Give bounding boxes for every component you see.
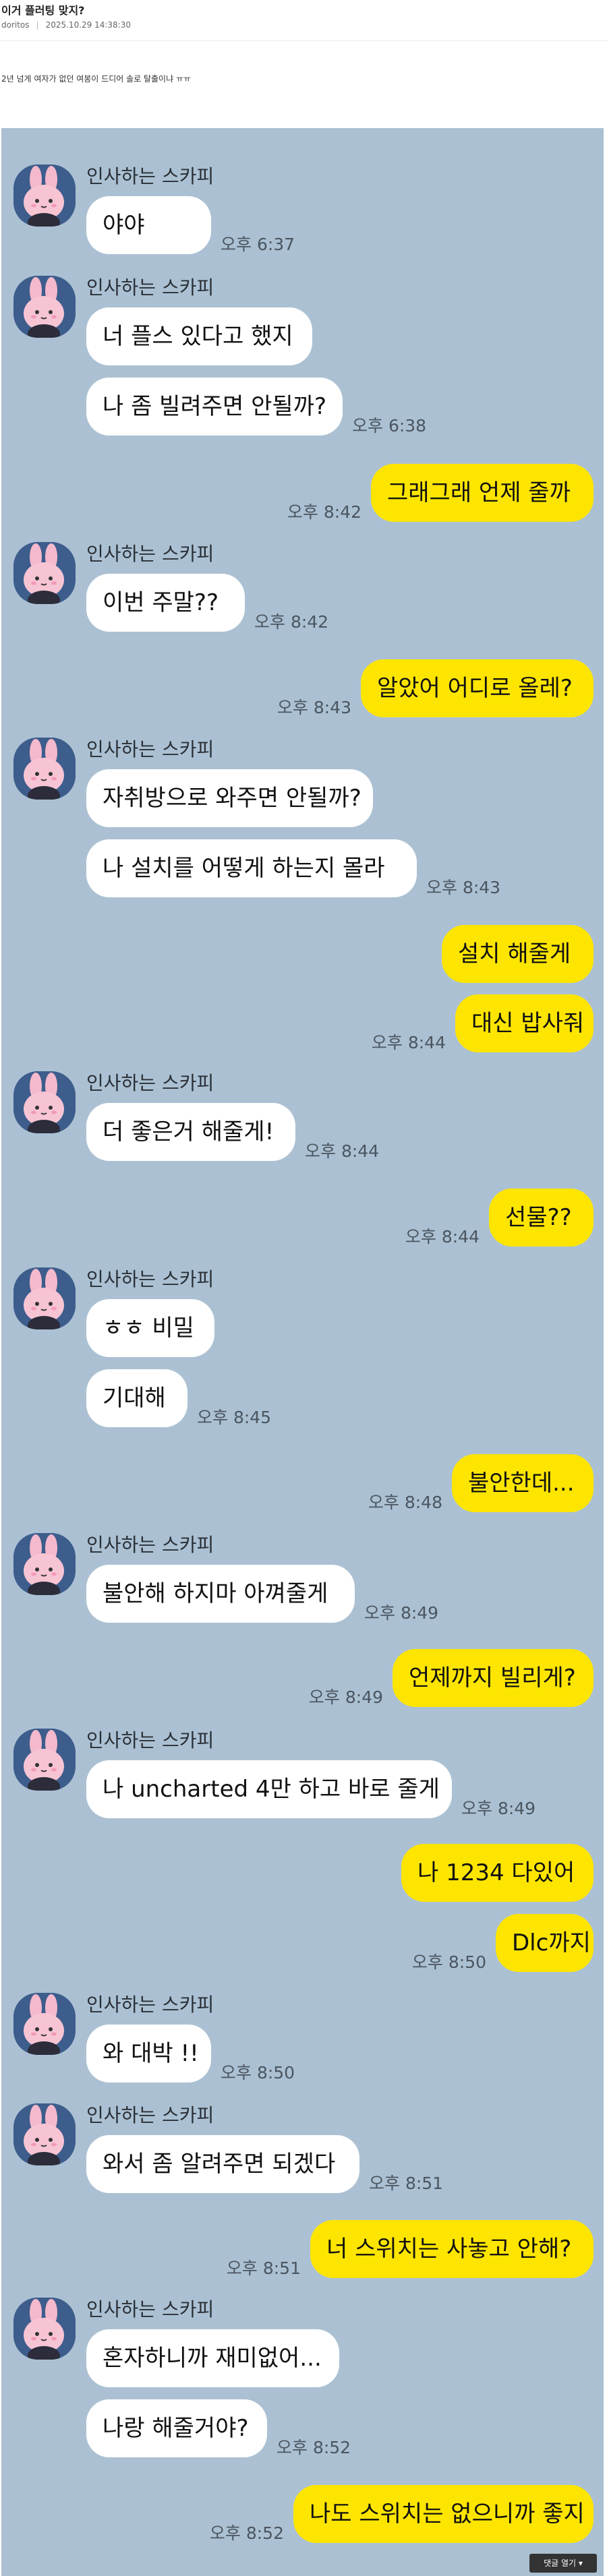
message-time: 오후 8:52 [209, 2523, 284, 2543]
incoming-message-bubble[interactable]: 와 대박 !! [86, 2025, 211, 2083]
avatar[interactable] [13, 1729, 76, 1791]
sender-name: 인사하는 스카피 [86, 165, 214, 187]
message-time: 오후 8:50 [221, 2063, 295, 2083]
incoming-message-bubble[interactable]: 나 설치를 어떻게 하는지 몰라 [86, 839, 417, 897]
message-time: 오후 8:49 [308, 1687, 383, 1707]
message-time: 오후 8:48 [368, 1493, 442, 1512]
message-time: 오후 8:44 [371, 1033, 446, 1052]
message-time: 오후 8:42 [254, 612, 329, 632]
avatar[interactable] [13, 276, 76, 338]
incoming-message-bubble[interactable]: 더 좋은거 해줄게! [86, 1103, 295, 1161]
message-time: 오후 6:37 [221, 235, 295, 254]
outgoing-message-bubble[interactable]: Dlc까지 [496, 1914, 594, 1972]
message-time: 오후 8:43 [426, 878, 501, 897]
message-time: 오후 8:44 [305, 1141, 380, 1161]
outgoing-message-bubble[interactable]: 불안한데... [452, 1454, 594, 1512]
message-time: 오후 6:38 [352, 416, 427, 436]
avatar[interactable] [13, 1267, 76, 1329]
avatar[interactable] [13, 1993, 76, 2055]
meta-separator: | [36, 20, 39, 30]
post-body-text: 2년 넘게 여자가 없던 여봉이 드디어 솔로 탈출이냐 ㅠㅠ [1, 74, 192, 84]
outgoing-message-bubble[interactable]: 대신 밥사줘 [455, 994, 594, 1052]
incoming-message-bubble[interactable]: ㅎㅎ 비밀 [86, 1299, 214, 1357]
incoming-message-bubble[interactable]: 나 uncharted 4만 하고 바로 줄게 [86, 1760, 452, 1818]
incoming-message-bubble[interactable]: 나 좀 빌려주면 안될까? [86, 378, 343, 436]
bunny-icon [13, 2298, 76, 2360]
message-time: 오후 8:50 [411, 1952, 486, 1972]
sender-name: 인사하는 스카피 [86, 2104, 214, 2126]
outgoing-message-bubble[interactable]: 나도 스위치는 없으니까 좋지 [293, 2485, 594, 2543]
incoming-message-bubble[interactable]: 이번 주말?? [86, 574, 245, 632]
sender-name: 인사하는 스카피 [86, 1729, 214, 1751]
bunny-icon [13, 164, 76, 227]
outgoing-message-bubble[interactable]: 선물?? [489, 1189, 594, 1247]
bunny-icon [13, 1267, 76, 1329]
avatar[interactable] [13, 2103, 76, 2165]
bunny-icon [13, 1729, 76, 1791]
post-date: 2025.10.29 14:38:30 [45, 20, 131, 30]
bunny-icon [13, 276, 76, 338]
outgoing-message-bubble[interactable]: 알았어 어디로 올레? [361, 659, 594, 717]
sender-name: 인사하는 스카피 [86, 1268, 214, 1290]
post-header: 이거 플러팅 맞지? doritos | 2025.10.29 14:38:30… [0, 0, 607, 128]
open-comments-button[interactable]: 댓글 열기 ▾ [529, 2554, 597, 2573]
avatar[interactable] [13, 164, 76, 227]
header-divider [0, 40, 607, 41]
sender-name: 인사하는 스카피 [86, 276, 214, 299]
sender-name: 인사하는 스카피 [86, 738, 214, 760]
incoming-message-bubble[interactable]: 불안해 하지마 아껴줄게 [86, 1565, 355, 1623]
avatar[interactable] [13, 542, 76, 604]
bunny-icon [13, 1533, 76, 1595]
sender-name: 인사하는 스카피 [86, 543, 214, 565]
outgoing-message-bubble[interactable]: 나 1234 다있어 [401, 1844, 594, 1902]
avatar[interactable] [13, 1071, 76, 1133]
message-time: 오후 8:44 [405, 1227, 480, 1247]
message-time: 오후 8:49 [461, 1799, 536, 1818]
incoming-message-bubble[interactable]: 야야 [86, 196, 211, 254]
bunny-icon [13, 2103, 76, 2165]
message-time: 오후 8:45 [197, 1408, 272, 1427]
message-time: 오후 8:51 [226, 2258, 301, 2278]
avatar[interactable] [13, 1533, 76, 1595]
message-time: 오후 8:52 [277, 2438, 351, 2457]
bunny-icon [13, 1993, 76, 2055]
outgoing-message-bubble[interactable]: 언제까지 빌리게? [393, 1649, 594, 1707]
incoming-message-bubble[interactable]: 나랑 해줄거야? [86, 2399, 267, 2457]
post-author[interactable]: doritos [1, 20, 30, 30]
incoming-message-bubble[interactable]: 자취방으로 와주면 안될까? [86, 769, 373, 827]
bunny-icon [13, 738, 76, 800]
sender-name: 인사하는 스카피 [86, 1534, 214, 1556]
message-time: 오후 8:49 [364, 1603, 439, 1623]
message-time: 오후 8:43 [277, 698, 351, 717]
outgoing-message-bubble[interactable]: 설치 해줄게 [442, 925, 594, 983]
incoming-message-bubble[interactable]: 와서 좀 알려주면 되겠다 [86, 2135, 359, 2193]
outgoing-message-bubble[interactable]: 그래그래 언제 줄까 [371, 464, 594, 522]
incoming-message-bubble[interactable]: 기대해 [86, 1369, 187, 1427]
avatar[interactable] [13, 738, 76, 800]
message-time: 오후 8:42 [287, 502, 362, 522]
bunny-icon [13, 1071, 76, 1133]
incoming-message-bubble[interactable]: 혼자하니까 재미없어... [86, 2329, 339, 2387]
sender-name: 인사하는 스카피 [86, 1072, 214, 1094]
avatar[interactable] [13, 2298, 76, 2360]
sender-name: 인사하는 스카피 [86, 1994, 214, 2016]
post-meta: doritos | 2025.10.29 14:38:30 [1, 20, 131, 30]
message-time: 오후 8:51 [369, 2174, 444, 2193]
post-title: 이거 플러팅 맞지? [1, 4, 85, 17]
outgoing-message-bubble[interactable]: 너 스위치는 사놓고 안해? [310, 2220, 594, 2278]
incoming-message-bubble[interactable]: 너 플스 있다고 했지 [86, 307, 312, 365]
sender-name: 인사하는 스카피 [86, 2298, 214, 2320]
bunny-icon [13, 542, 76, 604]
